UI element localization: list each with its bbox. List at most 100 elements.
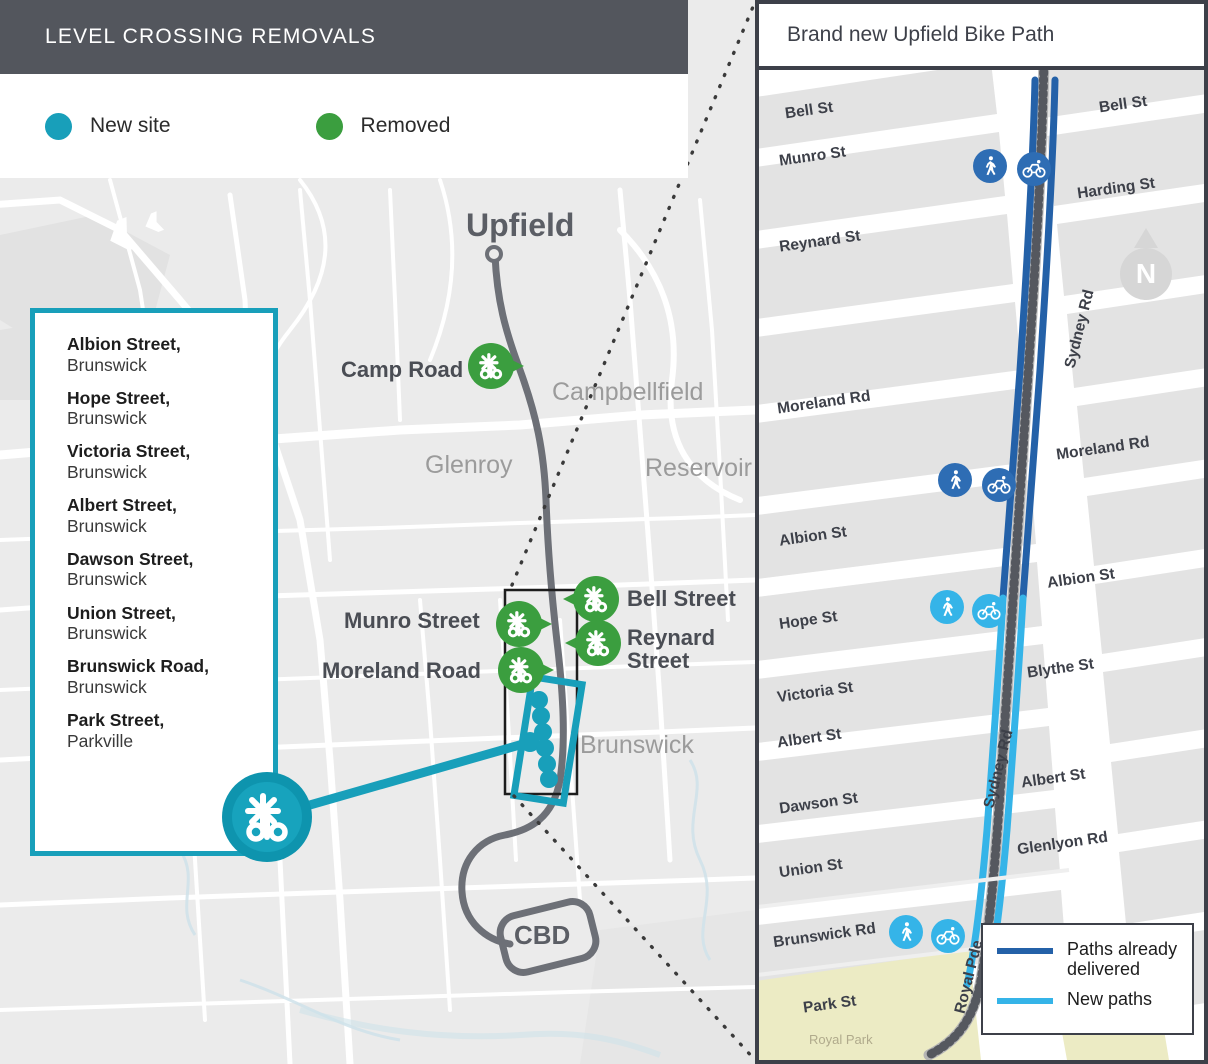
street-name: Park Street, [67,710,165,731]
bike-path-basemap [759,70,1204,1060]
list-item: Union Street, Brunswick [67,602,273,644]
level-crossing-icon [507,611,531,638]
pedestrian-glyph [985,156,997,176]
pin-bubble [573,576,619,622]
pin-munro-street [496,601,552,647]
xing-label-camp-road: Camp Road [341,357,464,382]
legend-item-label: Removed [360,114,451,137]
north-arrow-icon [1134,228,1158,248]
level-crossing-icon [586,630,610,657]
park-label-royal-park: Royal Park [809,1032,873,1047]
street-suburb: Brunswick [67,354,147,375]
street-name: Brunswick Road, [67,656,209,677]
compass-north-label: N [1135,258,1157,289]
xing-label-moreland-road: Moreland Road [322,658,481,683]
list-item: Dawson Street, Brunswick [67,548,273,590]
list-item: Hope Street, Brunswick [67,387,273,429]
pedestrian-glyph [942,597,954,617]
street-suburb: Brunswick [67,569,147,590]
street-suburb: Brunswick [67,462,147,483]
street-list-panel: Albion Street, Brunswick Hope Street, Br… [30,308,278,856]
level-crossing-badge [222,772,312,862]
pin-bell-street [563,576,619,622]
pedestrian-icon [930,590,964,624]
place-label-campbellfield: Campbellfield [552,378,704,406]
pedestrian-icon [973,149,1007,183]
overview-map: LEVEL CROSSING REMOVALS New site Removed… [0,0,755,1064]
header-bar: LEVEL CROSSING REMOVALS [0,0,688,74]
place-label-glenroy: Glenroy [425,451,513,479]
street-suburb: Brunswick [67,676,147,697]
xing-label-line2: Street [627,648,690,674]
compass-circle: N [1120,248,1172,300]
legend-row-delivered: Paths already delivered [997,939,1192,979]
pedestrian-glyph [950,470,962,490]
list-item: Brunswick Road, Brunswick [67,657,273,697]
legend-text-delivered: Paths already delivered [1067,939,1177,979]
compass-rose: N [1114,228,1172,300]
list-item: Albert Street, Brunswick [67,496,273,536]
place-label-reservoir: Reservoir [645,454,752,482]
legend-text-line1: Paths already [1067,939,1178,959]
pin-bubble [468,343,514,389]
pin-reynard-street [565,620,621,666]
bike-path-legend: Paths already delivered New paths [981,923,1194,1035]
street-name: Dawson Street, [67,548,194,569]
legend-row-new: New paths [997,989,1192,1009]
map-legend: New site Removed [0,74,688,178]
bicycle-glyph [987,476,1011,494]
page-title: LEVEL CROSSING REMOVALS [45,25,377,48]
level-crossing-icon [584,586,608,613]
legend-text-new: New paths [1067,989,1153,1010]
removed-dot-icon [315,112,343,140]
legend-line-delivered [997,948,1053,954]
infographic-root: LEVEL CROSSING REMOVALS New site Removed… [0,0,1208,1064]
street-suburb: Brunswick [67,408,147,429]
bicycle-icon [982,468,1016,502]
level-crossing-icon [479,353,503,380]
street-suburb: Parkville [67,730,134,751]
label-cbd: CBD [514,920,571,950]
pin-bubble [496,601,542,647]
pin-bubble [498,647,544,693]
inset-title: Brand new Upfield Bike Path [787,23,1055,46]
street-name: Union Street, [67,602,176,623]
street-suburb: Brunswick [67,515,147,536]
xing-label-reynard-street: Reynard Street [627,626,715,673]
legend-item-label: New site [90,114,171,137]
bicycle-glyph [936,927,960,945]
xing-label-bell-street: Bell Street [627,586,736,611]
pedestrian-glyph [901,922,913,942]
pin-bubble [575,620,621,666]
bicycle-icon [972,594,1006,628]
bike-path-map: Bell St Munro St Reynard St Moreland Rd … [759,70,1204,1060]
xing-label-munro-street: Munro Street [344,608,480,633]
level-crossing-icon [232,782,302,852]
legend-item-new-site: New site [45,112,171,140]
legend-text-line2: delivered [1067,959,1141,980]
street-name: Albert Street, [67,495,177,516]
bicycle-icon [931,919,965,953]
pin-moreland-road [498,647,554,693]
inset-panel: Brand new Upfield Bike Path Bell St Munr… [755,0,1208,1064]
xing-label-line1: Reynard [627,625,716,650]
bicycle-icon [1017,152,1051,186]
street-name: Hope Street, [67,387,171,408]
list-item: Victoria Street, Brunswick [67,442,273,482]
street-suburb: Brunswick [67,623,147,644]
legend-line-new [997,998,1053,1005]
legend-item-removed: Removed [315,112,451,140]
list-item: Park Street, Parkville [67,710,273,751]
level-crossing-icon [509,657,533,684]
pin-camp-road [468,343,524,389]
new-site-dot-icon [45,112,72,140]
list-item: Albion Street, Brunswick [67,334,273,375]
bicycle-glyph [1022,160,1046,178]
pedestrian-icon [889,915,923,949]
inset-header: Brand new Upfield Bike Path [759,4,1204,70]
bicycle-glyph [977,602,1001,620]
label-upfield: Upfield [466,207,575,243]
level-crossing-glyph [245,793,288,842]
street-name: Albion Street, [67,334,181,354]
street-name: Victoria Street, [67,441,191,462]
